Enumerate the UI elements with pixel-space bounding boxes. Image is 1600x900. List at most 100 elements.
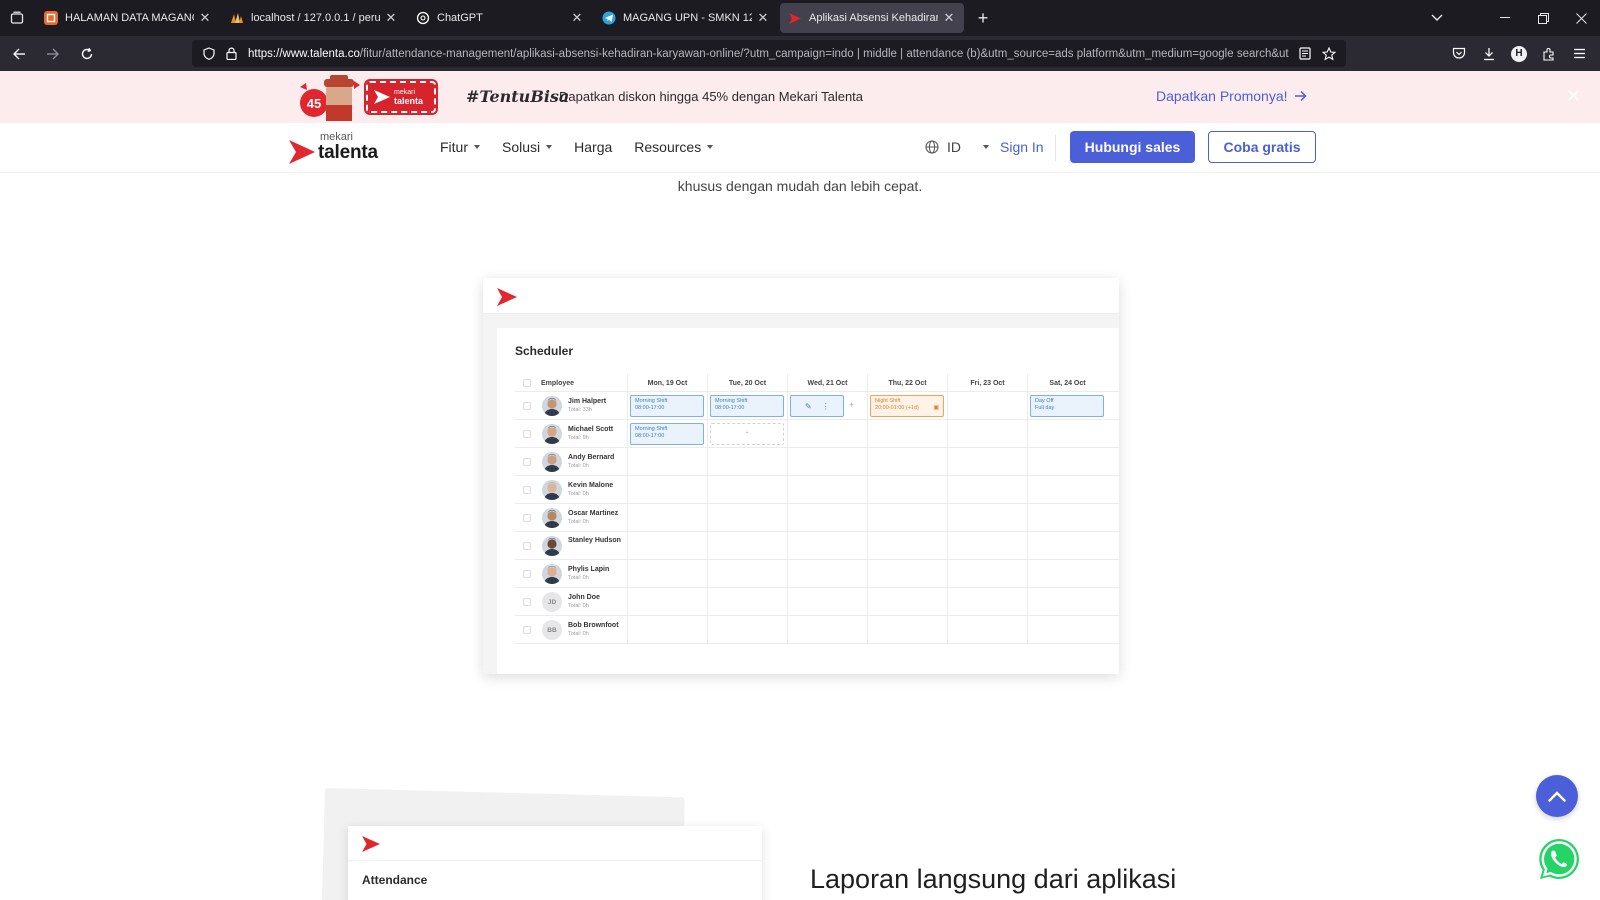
schedule-cell[interactable] [707,532,787,559]
schedule-cell[interactable] [707,504,787,531]
row-checkbox[interactable] [523,486,531,494]
shift-block[interactable]: Morning Shift 08:00-17:00 [630,423,704,445]
schedule-cell[interactable] [867,532,947,559]
back-icon[interactable] [4,39,34,69]
forward-icon[interactable] [38,39,68,69]
schedule-cell[interactable] [867,616,947,643]
schedule-cell[interactable] [867,588,947,615]
browser-tab[interactable]: localhost / 127.0.0.1 / perusahaan ✕ [222,3,406,33]
schedule-cell[interactable] [787,476,867,503]
row-checkbox[interactable] [523,430,531,438]
tracking-shield-icon[interactable] [200,45,218,63]
schedule-cell[interactable] [947,504,1027,531]
tab-overview-icon[interactable] [0,0,34,36]
schedule-cell[interactable] [787,420,867,447]
browser-tab[interactable]: HALAMAN DATA MAGANG ✕ [36,3,220,33]
select-all-checkbox[interactable] [523,379,531,387]
schedule-cell[interactable] [707,560,787,587]
schedule-cell[interactable] [787,616,867,643]
sign-in-link[interactable]: Sign In [1000,139,1044,155]
schedule-cell[interactable] [627,504,707,531]
schedule-cell[interactable] [947,476,1027,503]
menu-item-resources[interactable]: Resources [634,139,714,155]
minimize-icon[interactable] [1486,0,1524,36]
schedule-cell[interactable] [707,616,787,643]
schedule-cell[interactable] [707,448,787,475]
row-checkbox[interactable] [523,458,531,466]
row-checkbox[interactable] [523,598,531,606]
browser-tab[interactable]: ChatGPT ✕ [408,3,592,33]
bookmark-star-icon[interactable] [1320,45,1338,63]
schedule-cell[interactable] [627,560,707,587]
schedule-cell[interactable] [627,476,707,503]
scroll-to-top-button[interactable] [1536,775,1578,817]
contact-sales-button[interactable]: Hubungi sales [1070,131,1195,163]
browser-tab[interactable]: MAGANG UPN - SMKN 12 SBY ✕ [594,3,778,33]
row-checkbox[interactable] [523,570,531,578]
browser-tab[interactable]: Aplikasi Absensi Kehadiran Karyawan ✕ [780,3,964,33]
schedule-cell[interactable] [867,448,947,475]
lock-icon[interactable] [222,45,240,63]
whatsapp-button[interactable] [1536,836,1582,882]
shift-block[interactable]: Night Shift 20:00-01:00 (+1d) ▣ [870,395,944,417]
schedule-cell[interactable] [707,476,787,503]
shift-block[interactable]: Morning Shift 08:00-17:00 [630,395,704,417]
schedule-cell[interactable] [1027,560,1107,587]
schedule-cell[interactable] [947,560,1027,587]
schedule-cell[interactable] [787,560,867,587]
schedule-cell[interactable] [1027,532,1107,559]
close-window-icon[interactable] [1562,0,1600,36]
schedule-cell[interactable] [627,616,707,643]
schedule-cell[interactable] [947,448,1027,475]
new-tab-button[interactable]: + [970,5,996,31]
shift-block[interactable]: ✎ ⋮ [790,395,844,417]
schedule-cell[interactable] [947,420,1027,447]
row-checkbox[interactable] [523,542,531,550]
promo-cta-link[interactable]: Dapatkan Promonya! [1156,88,1307,104]
downloads-icon[interactable] [1474,40,1504,67]
schedule-cell[interactable] [707,588,787,615]
tab-close-icon[interactable]: ✕ [570,11,584,25]
schedule-cell[interactable] [867,560,947,587]
schedule-cell[interactable] [867,476,947,503]
schedule-cell[interactable] [1027,476,1107,503]
pocket-icon[interactable] [1444,40,1474,67]
schedule-cell[interactable] [787,448,867,475]
more-options-icon[interactable]: ⋮ [822,402,830,410]
schedule-cell[interactable] [947,532,1027,559]
menu-item-harga[interactable]: Harga [574,139,612,155]
restore-icon[interactable] [1524,0,1562,36]
schedule-cell[interactable] [627,588,707,615]
schedule-cell[interactable] [787,588,867,615]
schedule-cell[interactable] [627,448,707,475]
schedule-cell[interactable] [1027,420,1107,447]
schedule-cell[interactable] [947,588,1027,615]
address-bar[interactable]: https://www.talenta.co/fitur/attendance-… [192,40,1346,67]
row-checkbox[interactable] [523,626,531,634]
tab-close-icon[interactable]: ✕ [942,11,956,25]
schedule-cell[interactable] [1027,616,1107,643]
shift-block[interactable]: Day Off Full day [1030,395,1104,417]
schedule-cell[interactable] [867,420,947,447]
reload-icon[interactable] [72,39,102,69]
schedule-cell[interactable] [627,532,707,559]
schedule-cell[interactable] [947,616,1027,643]
schedule-cell[interactable] [1027,504,1107,531]
schedule-cell[interactable] [787,532,867,559]
reader-view-icon[interactable] [1296,45,1314,63]
close-icon[interactable]: ✕ [1566,87,1581,105]
schedule-cell[interactable] [1027,448,1107,475]
schedule-cell[interactable] [787,504,867,531]
tab-close-icon[interactable]: ✕ [756,11,770,25]
talenta-logo[interactable]: mekari talenta [289,131,394,165]
list-all-tabs-icon[interactable] [1418,0,1456,36]
free-trial-button[interactable]: Coba gratis [1208,131,1316,163]
row-checkbox[interactable] [523,514,531,522]
row-checkbox[interactable] [523,402,531,410]
tab-close-icon[interactable]: ✕ [384,11,398,25]
shift-block[interactable]: Morning Shift 08:00-17:00 [710,395,784,417]
edit-pencil-icon[interactable]: ✎ [805,402,812,410]
language-selector[interactable]: ID [925,139,989,155]
shift-block[interactable]: + [710,423,784,445]
profile-avatar-icon[interactable]: H [1504,40,1534,67]
